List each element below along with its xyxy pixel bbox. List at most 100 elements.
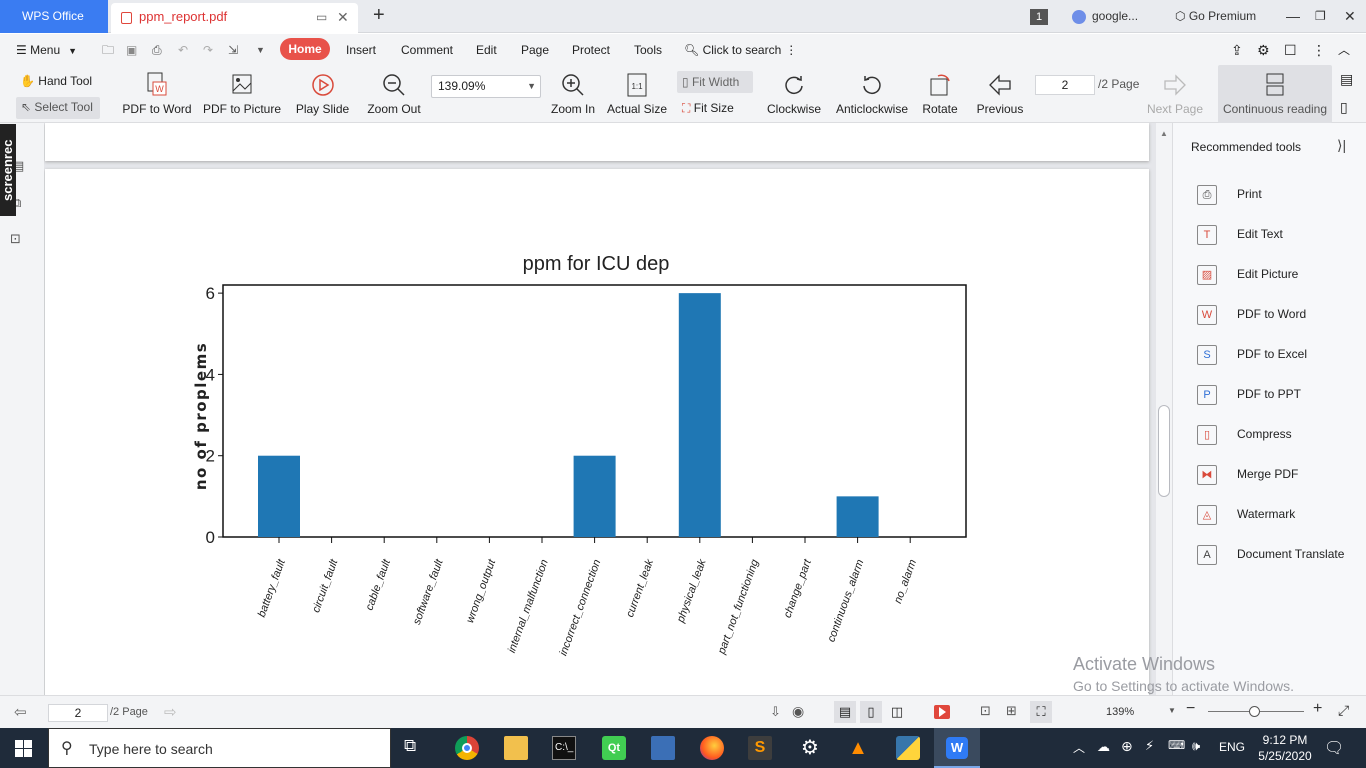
actual-size-button[interactable]: 1:1 Actual Size xyxy=(606,65,668,123)
restore-button[interactable]: ❐ xyxy=(1315,0,1326,33)
tool-compress[interactable]: ▯ Compress xyxy=(1197,423,1357,447)
zoom-minus-button[interactable]: − xyxy=(1186,700,1195,718)
notifications-icon[interactable]: 🗨︎ xyxy=(1324,738,1344,758)
gear-icon[interactable]: ⚙ xyxy=(1257,41,1270,59)
task-view-icon[interactable]: ⧉ xyxy=(404,736,428,760)
close-tab-icon[interactable]: ✕ xyxy=(337,3,349,31)
power-icon[interactable]: ⚡ xyxy=(1145,738,1154,754)
comment-icon[interactable]: ☐ xyxy=(1284,41,1297,59)
undo-icon[interactable]: ↶ xyxy=(178,41,188,59)
tab-protect[interactable]: Protect xyxy=(572,41,610,59)
tab-home[interactable]: Home xyxy=(280,38,330,60)
new-tab-button[interactable]: + xyxy=(373,4,385,27)
firefox-icon[interactable] xyxy=(700,736,724,760)
eye-protection-icon[interactable]: ◉ xyxy=(792,703,804,720)
fit-width-button[interactable]: ▯ Fit Width xyxy=(677,71,753,93)
onedrive-icon[interactable]: ☁ xyxy=(1097,739,1110,755)
wps-taskbar-button[interactable]: W xyxy=(934,728,980,768)
prev-page-icon[interactable]: ⇦ xyxy=(14,703,27,721)
chrome-icon[interactable] xyxy=(455,736,479,760)
tool-watermark[interactable]: ◬ Watermark xyxy=(1197,503,1357,527)
zoom-dropdown-icon[interactable]: ▼ xyxy=(1168,706,1176,715)
clockwise-button[interactable]: Clockwise xyxy=(765,65,823,123)
windows-start-icon[interactable] xyxy=(15,740,32,757)
tool-print[interactable]: ⎙ Print xyxy=(1197,183,1357,207)
more-vertical-icon[interactable]: ⋮ xyxy=(1312,41,1326,59)
vertical-scrollbar[interactable]: ▲ xyxy=(1156,123,1172,695)
tool-document-translate[interactable]: A Document Translate xyxy=(1197,543,1357,567)
control-panel-icon[interactable] xyxy=(651,736,675,760)
extract-icon[interactable]: ⇩ xyxy=(770,704,781,720)
next-page-button[interactable]: Next Page xyxy=(1146,65,1204,123)
detach-tab-icon[interactable]: ▭ xyxy=(316,3,327,31)
more-dropdown-icon[interactable]: ▼ xyxy=(256,41,265,59)
single-view-icon[interactable]: ▯ xyxy=(860,701,882,723)
minimize-button[interactable]: — xyxy=(1286,0,1300,33)
fit-size-button[interactable]: ⛶ Fit Size xyxy=(682,101,734,116)
zoom-slider-handle[interactable] xyxy=(1249,706,1260,717)
search-box[interactable]: 🔍︎ Click to search ⋮ xyxy=(684,41,797,59)
redo-icon[interactable]: ↷ xyxy=(203,41,213,59)
volume-icon[interactable]: 🕪︎ xyxy=(1192,738,1200,754)
network-icon[interactable]: ⊕ xyxy=(1121,738,1133,755)
account-button[interactable]: google... xyxy=(1072,0,1138,33)
zoom-select[interactable]: 139.09% ▼ xyxy=(431,75,541,98)
tool-pdf-to-ppt[interactable]: P PDF to PPT xyxy=(1197,383,1357,407)
settings-gear-icon[interactable]: ⚙ xyxy=(798,736,822,760)
status-zoom-value[interactable]: 139% xyxy=(1106,706,1134,718)
collapse-ribbon-icon[interactable]: ︿ xyxy=(1338,41,1350,59)
tab-counter[interactable]: 1 xyxy=(1030,0,1048,33)
print-icon[interactable]: ⎙ xyxy=(152,41,162,59)
screenrec-badge[interactable]: screenrec xyxy=(0,124,16,216)
save-icon[interactable]: ▣ xyxy=(126,41,137,59)
vlc-icon[interactable]: ▲ xyxy=(846,736,870,760)
scrollbar-thumb[interactable] xyxy=(1158,405,1170,497)
tab-edit[interactable]: Edit xyxy=(476,41,497,59)
document-tab[interactable]: ppm_report.pdf ▭ ✕ xyxy=(111,3,358,33)
language-indicator[interactable]: ENG xyxy=(1219,740,1245,754)
tab-comment[interactable]: Comment xyxy=(401,41,453,59)
next-page-icon[interactable]: ⇨ xyxy=(164,703,177,721)
select-tool-button[interactable]: ⇖ Select Tool xyxy=(16,97,100,119)
collapse-panel-icon[interactable]: ⟩| xyxy=(1337,137,1346,154)
share-icon[interactable]: ⇪ xyxy=(1231,41,1243,59)
status-page-input[interactable]: 2 xyxy=(48,704,108,722)
pdf-to-picture-button[interactable]: PDF to Picture xyxy=(203,65,281,123)
dual-page-icon[interactable]: ▯ xyxy=(1340,99,1348,116)
continuous-reading-button[interactable]: Continuous reading xyxy=(1218,65,1332,123)
tab-insert[interactable]: Insert xyxy=(346,41,376,59)
file-explorer-icon[interactable] xyxy=(504,736,528,760)
sublime-text-icon[interactable]: S xyxy=(748,736,772,760)
tool-pdf-to-word[interactable]: W PDF to Word xyxy=(1197,303,1357,327)
tool-merge-pdf[interactable]: ⧓ Merge PDF xyxy=(1197,463,1357,487)
tool-edit-text[interactable]: T Edit Text xyxy=(1197,223,1357,247)
single-page-icon[interactable]: ▤ xyxy=(1340,71,1353,88)
open-icon[interactable]: 🗀 xyxy=(102,41,114,59)
main-menu-button[interactable]: ☰ Menu ▼ xyxy=(16,41,77,59)
tool-pdf-to-excel[interactable]: S PDF to Excel xyxy=(1197,343,1357,367)
go-premium-button[interactable]: ⬡ Go Premium xyxy=(1175,0,1256,33)
document-viewer[interactable]: ppm for ICU dep no of proplems 0 2 4 6 batte… xyxy=(44,123,1156,695)
show-hidden-icons[interactable]: ︿ xyxy=(1073,739,1085,756)
play-slide-icon[interactable] xyxy=(934,705,950,719)
continuous-view-icon[interactable]: ▤ xyxy=(834,701,856,723)
rotate-button[interactable]: Rotate xyxy=(917,65,963,123)
previous-page-button[interactable]: Previous xyxy=(975,65,1025,123)
attachment-icon[interactable]: ⊡ xyxy=(10,231,21,247)
scroll-up-icon[interactable]: ▲ xyxy=(1160,129,1168,138)
page-number-input[interactable]: 2 xyxy=(1035,75,1095,95)
actual-size-status-icon[interactable]: ⊡ xyxy=(980,703,991,719)
anticlockwise-button[interactable]: Anticlockwise xyxy=(833,65,911,123)
export-icon[interactable]: ⇲ xyxy=(228,41,238,59)
close-window-button[interactable]: ✕ xyxy=(1344,0,1356,33)
qt-icon[interactable]: Qt xyxy=(602,736,626,760)
tab-tools[interactable]: Tools xyxy=(634,41,662,59)
python-icon[interactable] xyxy=(896,736,920,760)
zoom-out-button[interactable]: Zoom Out xyxy=(364,65,424,123)
terminal-icon[interactable]: C:\_ xyxy=(552,736,576,760)
pdf-to-word-button[interactable]: W PDF to Word xyxy=(120,65,194,123)
zoom-plus-button[interactable]: + xyxy=(1313,700,1322,718)
fit-page-status-icon[interactable]: ⛶ xyxy=(1030,701,1052,723)
hand-tool-button[interactable]: ✋ Hand Tool xyxy=(20,74,92,88)
wps-office-tab[interactable]: WPS Office xyxy=(0,0,108,33)
